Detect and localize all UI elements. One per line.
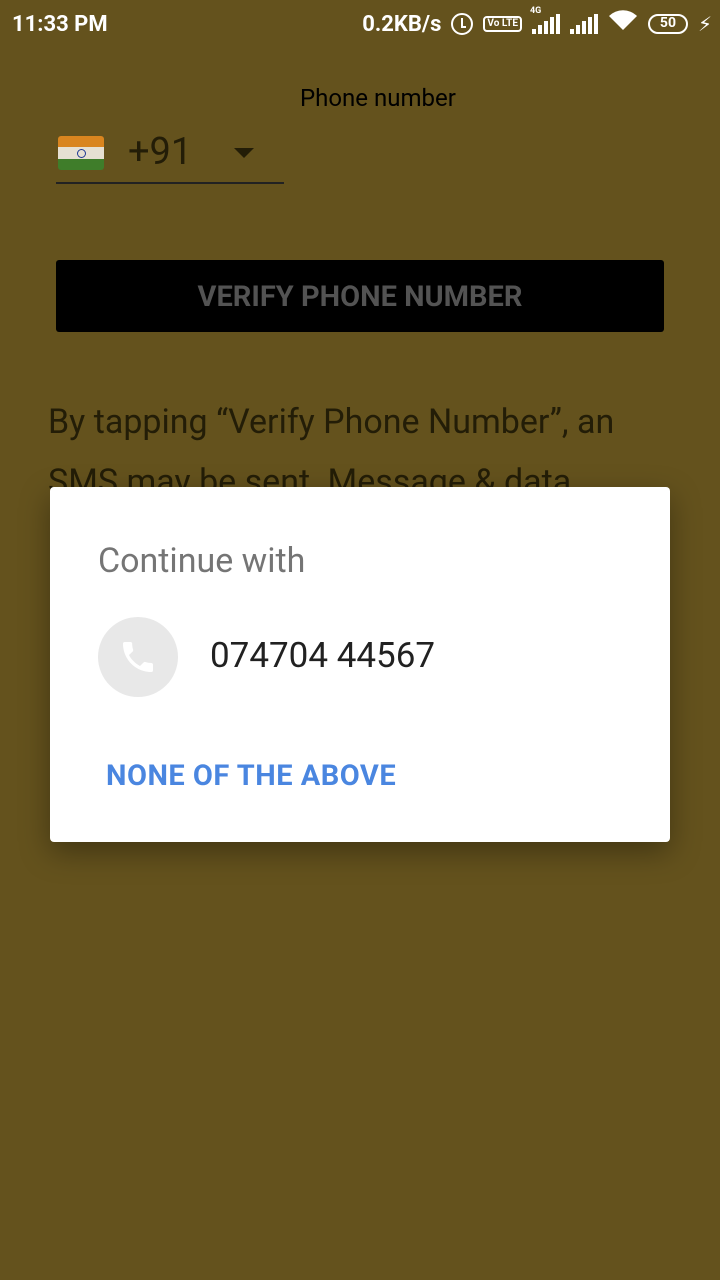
india-flag-icon [58,136,104,170]
dropdown-arrow-icon [234,148,254,158]
signal-icon-2 [569,14,598,34]
wifi-icon [608,10,638,38]
alarm-icon [451,13,474,35]
country-code: +91 [128,130,193,174]
phone-number-option[interactable]: 074704 44567 [98,617,658,699]
charging-icon: ⚡ [697,12,712,36]
net-speed: 0.2KB/s [362,11,442,37]
battery-icon: 50 [647,14,688,34]
phone-avatar [98,617,178,697]
status-time: 11:33 PM [12,12,108,37]
phone-number: 074704 44567 [210,635,436,676]
status-bar: 11:33 PM 0.2KB/s Vo LTE 4G 50 ⚡ [0,0,720,52]
country-code-dropdown[interactable]: +91 [56,128,284,184]
signal-icon: 4G [530,6,560,34]
verify-phone-button[interactable]: VERIFY PHONE NUMBER [56,260,664,332]
network-type: 4G [529,6,542,16]
phone-icon [123,642,153,672]
status-icons: 0.2KB/s Vo LTE 4G 50 ⚡ [362,6,712,38]
dialog-title: Continue with [98,541,306,581]
volte-icon: Vo LTE [483,16,522,32]
phone-hint-dialog: Continue with 074704 44567 NONE OF THE A… [50,487,670,842]
none-of-the-above-button[interactable]: NONE OF THE ABOVE [106,759,396,793]
page-title: Phone number [300,84,456,112]
